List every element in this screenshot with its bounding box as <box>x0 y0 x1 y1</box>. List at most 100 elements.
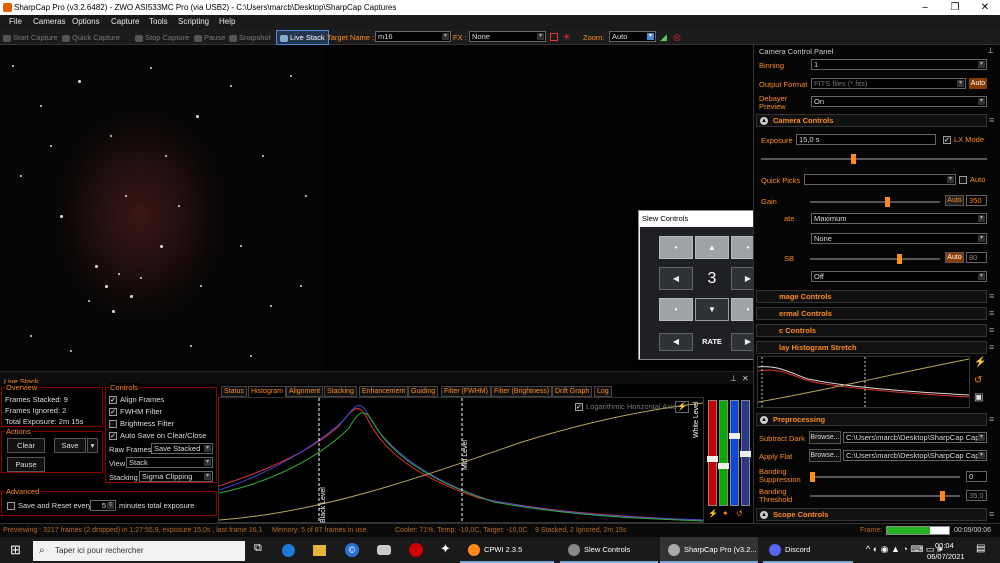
maximize-button[interactable]: ❐ <box>940 0 970 15</box>
menu-icon[interactable]: ≡ <box>989 291 994 301</box>
stacking-select[interactable]: Sigma Clipping ▾ <box>139 471 213 482</box>
taskbar-app-discord[interactable]: Discord <box>763 537 853 563</box>
gain-value-input[interactable]: 350 <box>966 195 987 206</box>
gain-slider[interactable] <box>810 197 940 207</box>
reset-icon[interactable]: ↺ <box>736 509 743 518</box>
output-format-select[interactable]: FITS files (*.fits) ▾ <box>811 78 966 89</box>
file-explorer-icon[interactable] <box>313 545 326 556</box>
start-capture-button[interactable]: Start Capture <box>3 33 58 42</box>
reset-icon[interactable]: ↺ <box>974 375 982 386</box>
zoom-select[interactable]: Auto ▾ <box>609 31 656 42</box>
menu-icon[interactable]: ≡ <box>989 115 994 125</box>
red-channel-slider[interactable] <box>707 400 718 506</box>
close-icon[interactable]: ✕ <box>742 374 749 383</box>
tab-guiding[interactable]: Guiding <box>408 386 439 397</box>
banding-threshold-knob[interactable] <box>940 491 945 501</box>
notification-icon[interactable]: ▤ <box>976 543 985 554</box>
menu-icon[interactable]: ≡ <box>989 342 994 352</box>
usb-slider[interactable] <box>810 254 940 264</box>
misc-controls-header[interactable]: c Controls <box>756 324 987 337</box>
quick-picks-auto-checkbox[interactable]: Auto <box>959 175 985 185</box>
histogram-icon[interactable]: ◢ <box>660 32 667 43</box>
save-icon[interactable]: ▣ <box>974 392 983 403</box>
subtract-dark-browse-button[interactable]: Browse... <box>809 431 841 444</box>
usb-auto-button[interactable]: Auto <box>945 252 964 263</box>
luminance-channel-slider[interactable] <box>740 400 751 506</box>
menu-tools[interactable]: Tools <box>149 17 168 26</box>
slew-north-button[interactable]: ▲ <box>695 236 729 259</box>
preview-image-stacked[interactable] <box>0 45 325 371</box>
apply-flat-path[interactable]: C:\Users\marcb\Desktop\SharpCap Cap... ▾ <box>843 450 987 461</box>
menu-options[interactable]: Options <box>72 17 100 26</box>
flash-icon[interactable]: ⚡ <box>708 509 718 518</box>
frame-rate-select[interactable]: Maximum ▾ <box>811 213 987 224</box>
fwhm-filter-checkbox[interactable]: ✓ FWHM Filter <box>109 407 162 417</box>
banding-threshold-slider[interactable] <box>810 491 960 501</box>
pause-button[interactable]: Pause <box>194 33 225 42</box>
slew-west-button[interactable]: ◀ <box>659 267 693 290</box>
display-histogram-header[interactable]: lay Histogram Stretch <box>756 341 987 354</box>
save-reset-minutes-input[interactable]: 5 ⇕ <box>90 500 116 511</box>
stop-capture-button[interactable]: Stop Capture <box>135 33 189 42</box>
crosshair-icon[interactable]: ✳ <box>563 32 571 43</box>
banding-suppression-knob[interactable] <box>810 472 815 482</box>
usb-value-input[interactable]: 80 <box>966 252 987 263</box>
green-channel-slider[interactable] <box>718 400 729 506</box>
save-reset-checkbox[interactable]: Save and Reset every <box>7 501 92 511</box>
image-controls-header[interactable]: mage Controls <box>756 290 987 303</box>
scope-controls-header[interactable]: ▲ Scope Controls <box>756 508 987 521</box>
off-select[interactable]: Off ▾ <box>811 271 987 282</box>
menu-scripting[interactable]: Scripting <box>178 17 209 26</box>
tab-alignment[interactable]: Alignment <box>286 386 324 397</box>
binning-select[interactable]: 1 ▾ <box>811 59 987 70</box>
subtract-dark-path[interactable]: C:\Users\marcb\Desktop\SharpCap Cap... ▾ <box>843 432 987 443</box>
banding-threshold-input[interactable]: 35,0 <box>966 490 987 501</box>
tab-filter-brightness[interactable]: Filter (Brightness) <box>491 386 553 397</box>
menu-help[interactable]: Help <box>219 17 235 26</box>
slew-southwest-button[interactable]: • <box>659 298 693 321</box>
lx-mode-checkbox[interactable]: ✓ LX Mode <box>943 135 984 145</box>
star-icon[interactable]: ✦ <box>722 509 729 518</box>
menu-icon[interactable]: ≡ <box>989 414 994 424</box>
apply-flat-browse-button[interactable]: Browse... <box>809 449 841 462</box>
debayer-select[interactable]: On ▾ <box>811 96 987 107</box>
pin-icon[interactable]: ⊥ <box>987 46 994 55</box>
clear-button[interactable]: Clear <box>7 438 45 453</box>
minimize-button[interactable]: – <box>910 0 940 15</box>
align-frames-checkbox[interactable]: ✓ Align Frames <box>109 395 164 405</box>
taskbar-app-slew-controls[interactable]: Slew Controls <box>560 537 658 563</box>
quick-capture-button[interactable]: Quick Capture <box>62 33 120 42</box>
task-view-icon[interactable]: ⧉ <box>254 542 262 555</box>
slew-south-button[interactable]: ▼ <box>695 298 729 321</box>
none-select[interactable]: None ▾ <box>811 233 987 244</box>
menu-capture[interactable]: Capture <box>111 17 139 26</box>
tab-filter-fwhm[interactable]: Filter (FWHM) <box>441 386 491 397</box>
tab-log[interactable]: Log <box>594 386 612 397</box>
tab-stacking[interactable]: Stacking <box>324 386 357 397</box>
slew-northwest-button[interactable]: • <box>659 236 693 259</box>
camera-controls-header[interactable]: ▲ Camera Controls <box>756 114 987 127</box>
exposure-slider[interactable] <box>761 154 987 164</box>
live-stack-button[interactable]: Live Stack <box>276 30 329 45</box>
app-red-icon[interactable] <box>409 543 423 557</box>
edge-icon[interactable] <box>282 544 295 557</box>
save-button[interactable]: Save <box>54 438 86 453</box>
snapshot-button[interactable]: Snapshot <box>229 33 271 42</box>
exposure-slider-knob[interactable] <box>851 154 856 164</box>
log-axis-checkbox[interactable]: ✓ Logarithmic Horizontal Axis <box>575 402 676 412</box>
banding-suppression-slider[interactable] <box>810 472 960 482</box>
fx-select[interactable]: None ▾ <box>469 31 546 42</box>
auto-save-checkbox[interactable]: ✓ Auto Save on Clear/Close <box>109 431 206 441</box>
blue-channel-slider[interactable] <box>729 400 740 506</box>
auto-stretch-icon[interactable]: ⚡ <box>974 357 986 368</box>
windows-start-icon[interactable]: ⊞ <box>10 542 21 558</box>
taskbar-search-input[interactable]: ⌕ Taper ici pour rechercher <box>33 541 245 561</box>
rate-decrease-button[interactable]: ◀ <box>659 333 693 351</box>
pin-icon[interactable]: ⊥ <box>730 374 737 383</box>
menu-cameras[interactable]: Cameras <box>33 17 65 26</box>
gain-slider-knob[interactable] <box>885 197 890 207</box>
reticule-icon[interactable] <box>550 33 558 41</box>
auto-stretch-icon[interactable]: ⚡ <box>675 401 689 413</box>
tab-histogram[interactable]: Histogram <box>248 386 286 397</box>
view-select[interactable]: Stack ▾ <box>126 457 213 468</box>
